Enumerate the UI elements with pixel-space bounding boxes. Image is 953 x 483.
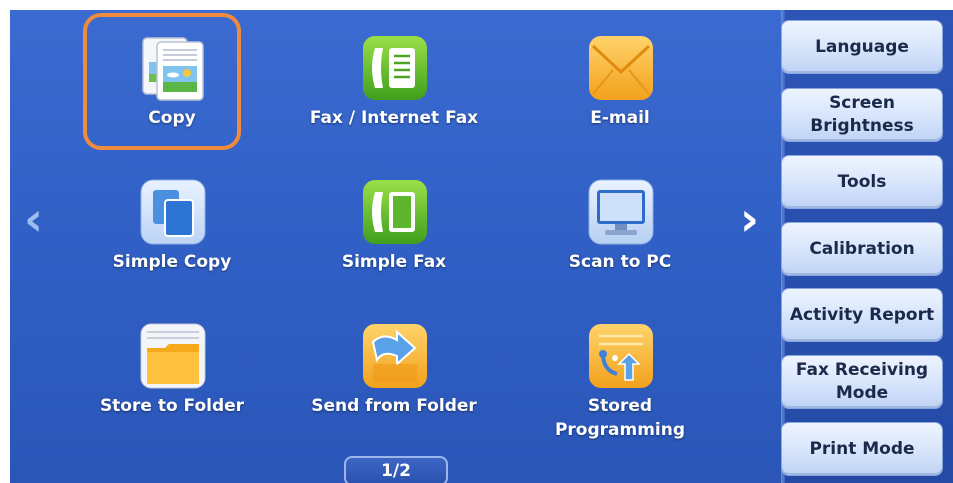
stored-programming-label: Stored Programming xyxy=(554,396,686,440)
simple-copy-icon xyxy=(140,179,206,245)
activity-report-button[interactable]: Activity Report xyxy=(781,288,943,342)
prev-page-arrow[interactable]: ‹ xyxy=(24,196,43,242)
activity-report-label: Activity Report xyxy=(789,304,935,325)
folder-icon xyxy=(140,323,206,389)
screen-brightness-button[interactable]: Screen Brightness xyxy=(781,88,943,142)
fax-label: Fax / Internet Fax xyxy=(309,108,479,128)
calibration-button[interactable]: Calibration xyxy=(781,222,943,276)
language-label: Language xyxy=(815,36,909,57)
language-button[interactable]: Language xyxy=(781,20,943,74)
stored-programming-button[interactable]: Stored Programming xyxy=(540,302,700,440)
page-indicator: 1/2 xyxy=(344,456,448,483)
fax-internet-fax-button[interactable]: Fax / Internet Fax xyxy=(310,14,478,134)
send-from-folder-button[interactable]: Send from Folder xyxy=(311,302,477,422)
monitor-icon xyxy=(588,179,654,245)
copy-button[interactable]: Copy xyxy=(92,14,252,134)
simple-fax-button[interactable]: Simple Fax xyxy=(314,158,474,278)
scan-to-pc-label: Scan to PC xyxy=(568,252,672,272)
store-to-folder-button[interactable]: Store to Folder xyxy=(92,302,252,422)
calibration-label: Calibration xyxy=(809,238,915,259)
email-button[interactable]: E-mail xyxy=(540,14,700,134)
print-mode-label: Print Mode xyxy=(809,438,915,459)
tools-label: Tools xyxy=(837,171,887,192)
copy-icon xyxy=(142,37,204,101)
simple-fax-icon xyxy=(363,180,427,244)
email-icon xyxy=(589,36,653,100)
stored-programming-icon xyxy=(589,324,653,388)
send-folder-icon xyxy=(363,324,427,388)
scan-to-pc-button[interactable]: Scan to PC xyxy=(540,158,700,278)
simple-fax-label: Simple Fax xyxy=(341,252,447,272)
email-label: E-mail xyxy=(590,108,650,128)
copy-label: Copy xyxy=(148,108,196,128)
store-to-folder-label: Store to Folder xyxy=(99,396,245,416)
tools-button[interactable]: Tools xyxy=(781,155,943,209)
services-panel: Copy Fax / Internet Fax E-mail Simple Co… xyxy=(10,10,781,483)
send-from-folder-label: Send from Folder xyxy=(311,396,477,416)
fax-icon xyxy=(363,36,427,100)
simple-copy-label: Simple Copy xyxy=(112,252,232,272)
print-mode-button[interactable]: Print Mode xyxy=(781,422,943,476)
screen-brightness-label: Screen Brightness xyxy=(810,93,914,136)
simple-copy-button[interactable]: Simple Copy xyxy=(92,158,252,278)
fax-receiving-mode-button[interactable]: Fax Receiving Mode xyxy=(781,355,943,409)
next-page-arrow[interactable]: › xyxy=(740,196,759,242)
fax-receiving-mode-label: Fax Receiving Mode xyxy=(795,360,929,403)
